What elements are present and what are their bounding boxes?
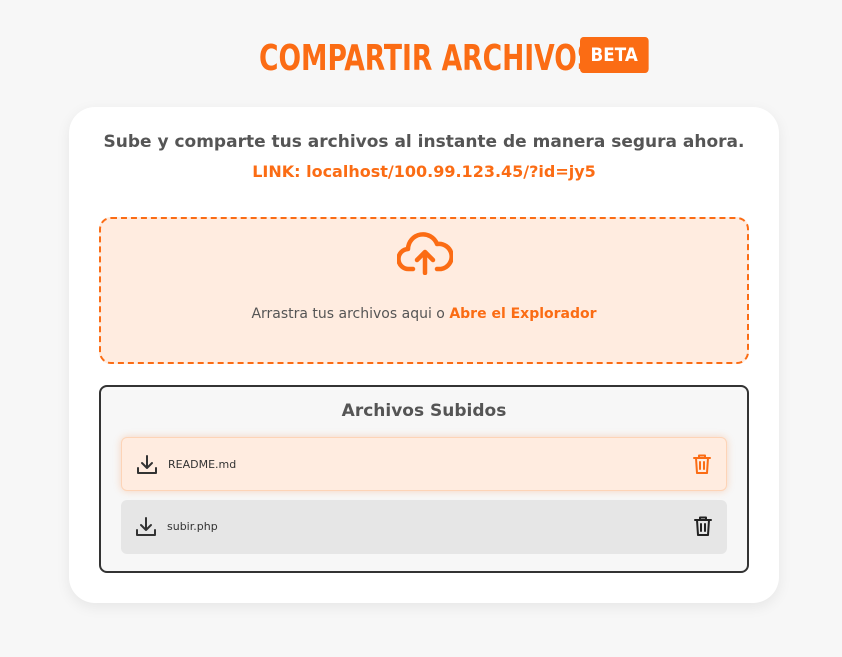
share-link[interactable]: LINK: localhost/100.99.123.45/?id=jy5	[69, 162, 779, 181]
upload-dropzone[interactable]: Arrastra tus archivos aqui o Abre el Exp…	[99, 217, 749, 364]
page: COMPARTIR ARCHIVOS BETA Sube y comparte …	[0, 0, 842, 657]
file-row[interactable]: subir.php	[121, 500, 727, 554]
header: COMPARTIR ARCHIVOS BETA	[0, 36, 842, 82]
dropzone-text: Arrastra tus archivos aqui o Abre el Exp…	[101, 306, 747, 322]
trash-icon[interactable]	[693, 515, 713, 537]
beta-badge: BETA	[579, 37, 648, 73]
cloud-upload-icon	[397, 232, 453, 275]
file-name: subir.php	[167, 520, 218, 533]
uploaded-files-panel: Archivos Subidos README.md subir.php	[99, 385, 749, 573]
page-title: COMPARTIR ARCHIVOS	[258, 38, 596, 79]
open-explorer-link[interactable]: Abre el Explorador	[449, 306, 596, 322]
uploaded-files-title: Archivos Subidos	[341, 401, 507, 421]
main-card: Sube y comparte tus archivos al instante…	[69, 107, 779, 603]
trash-icon[interactable]	[692, 453, 712, 475]
file-name: README.md	[168, 458, 237, 471]
download-icon[interactable]	[135, 516, 157, 538]
download-icon[interactable]	[136, 454, 158, 476]
file-row[interactable]: README.md	[121, 437, 727, 491]
subtitle: Sube y comparte tus archivos al instante…	[103, 132, 745, 152]
dropzone-instructions: Arrastra tus archivos aqui o	[251, 306, 450, 322]
